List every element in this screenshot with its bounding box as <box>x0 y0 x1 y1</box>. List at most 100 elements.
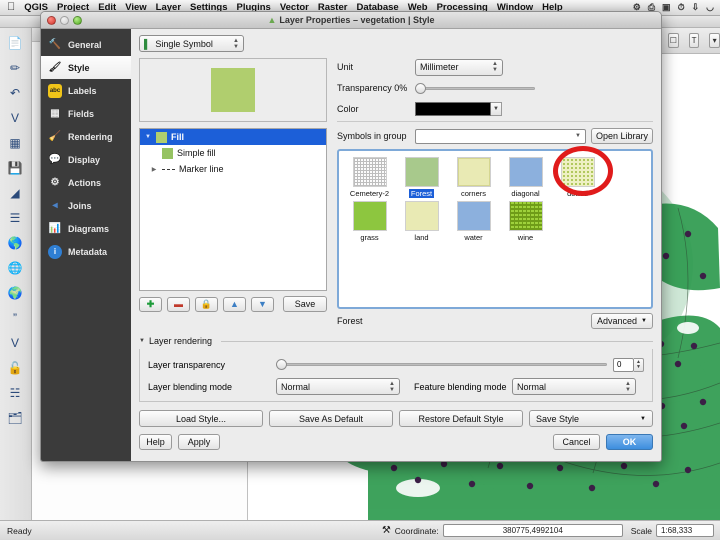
tree-row-marker-line[interactable]: ▶ Marker line <box>140 161 326 177</box>
symbol-item-dotted[interactable]: dotted <box>553 157 602 198</box>
sidebar-label-metadata: Metadata <box>68 246 108 257</box>
color-swatch-button[interactable] <box>415 102 491 116</box>
add-layer-group-icon[interactable]: 🗂 <box>0 405 30 430</box>
advanced-button[interactable]: Advanced ▼ <box>591 313 653 329</box>
symbol-thumb-cemetery-2 <box>352 157 387 187</box>
open-library-button[interactable]: Open Library <box>591 128 653 144</box>
lock-colors-button[interactable]: 🔒 <box>195 296 218 312</box>
cancel-button[interactable]: Cancel <box>553 434 600 450</box>
scale-input[interactable]: 1:68,333 <box>656 524 714 537</box>
symbol-item-corners[interactable]: corners <box>449 157 498 198</box>
new-project-icon[interactable]: 📄 <box>0 30 30 55</box>
symbol-thumb-water <box>456 201 491 231</box>
color-label: Color <box>337 104 359 114</box>
add-symbol-layer-button[interactable]: ✚ <box>139 296 162 312</box>
add-postgis-layer-icon[interactable]: 💾 <box>0 155 30 180</box>
add-wcs-layer-icon[interactable]: 🌐 <box>0 255 30 280</box>
sidebar-item-labels[interactable]: abc Labels <box>41 79 131 102</box>
bluetooth-icon[interactable]: ⇩ <box>692 2 700 13</box>
text-annotation-icon[interactable]: T <box>688 33 700 48</box>
info-icon: i <box>48 244 62 259</box>
render-icon[interactable]: ⚒ <box>382 525 391 536</box>
renderer-type-select[interactable]: ▌ Single Symbol ▲ ▼ <box>139 35 244 52</box>
add-wfs-layer-icon[interactable]: 🌍 <box>0 280 30 305</box>
symbol-thumb-land <box>404 201 439 231</box>
apply-button[interactable]: Apply <box>178 434 220 450</box>
sidebar-item-metadata[interactable]: i Metadata <box>41 240 131 263</box>
add-mssql-layer-icon[interactable]: ☰ <box>0 205 30 230</box>
twisty-down-icon[interactable]: ▼ <box>144 134 152 140</box>
transparency-slider[interactable] <box>415 82 535 94</box>
add-raster-layer-icon[interactable]: ▦ <box>0 130 30 155</box>
sidebar-item-display[interactable]: 💬 Display <box>41 148 131 171</box>
layer-transparency-input[interactable]: 0 <box>613 357 634 372</box>
load-style-button[interactable]: Load Style... <box>139 410 263 427</box>
new-map-icon[interactable]: ☐ <box>668 33 679 48</box>
display-icon[interactable]: ▣ <box>662 2 671 13</box>
simple-fill-swatch-icon <box>162 147 173 159</box>
add-spatialite-layer-icon[interactable]: ◢ <box>0 180 30 205</box>
layer-transparency-stepper[interactable]: ▲ ▼ <box>634 357 644 372</box>
new-memory-layer-icon[interactable]: ☵ <box>0 380 30 405</box>
save-symbol-button[interactable]: Save <box>283 296 327 312</box>
dialog-titlebar[interactable]: ▲ Layer Properties – vegetation | Style <box>41 12 661 29</box>
new-shapefile-icon[interactable]: V <box>0 330 30 355</box>
symbol-item-cemetery-2[interactable]: Cemetery-2 <box>345 157 394 198</box>
symbol-library-grid[interactable]: Cemetery-2 Forest corners diagonal dotte… <box>337 149 653 309</box>
symbols-group-select[interactable]: ▼ <box>415 128 586 144</box>
symbol-item-water[interactable]: water <box>449 201 498 242</box>
sidebar-item-actions[interactable]: ⚙ Actions <box>41 171 131 194</box>
layer-rendering-header[interactable]: ▼ Layer rendering <box>139 336 653 346</box>
style-actions-row: Load Style... Save As Default Restore De… <box>139 410 653 427</box>
layer-rendering-section: ▼ Layer rendering Layer transparency 0 ▲… <box>139 336 653 402</box>
undo-icon[interactable]: ↶ <box>0 80 30 105</box>
dialog-body: 🔨 General 🖌 Style abc Labels ▦ Fields 🧹 <box>41 29 661 461</box>
renderer-type-label: Single Symbol <box>155 38 213 49</box>
wifi-icon[interactable]: ◡ <box>706 2 714 13</box>
slider-knob[interactable] <box>415 82 426 94</box>
restore-default-style-button[interactable]: Restore Default Style <box>399 410 523 427</box>
twisty-right-icon[interactable]: ▶ <box>150 166 158 173</box>
add-delimited-text-icon[interactable]: ” <box>0 305 30 330</box>
remove-symbol-layer-button[interactable]: ▬ <box>167 296 190 312</box>
sidebar-item-general[interactable]: 🔨 General <box>41 33 131 56</box>
apple-logo-icon[interactable]:  <box>7 2 15 13</box>
help-button[interactable]: Help <box>139 434 172 450</box>
feature-blend-select[interactable]: Normal ▲ ▼ <box>512 378 636 395</box>
sidebar-item-diagrams[interactable]: 📊 Diagrams <box>41 217 131 240</box>
sidebar-item-style[interactable]: 🖌 Style <box>41 56 131 79</box>
tree-row-fill[interactable]: ▼ Fill <box>140 129 326 145</box>
symbol-item-diagonal[interactable]: diagonal <box>501 157 550 198</box>
sidebar-item-rendering[interactable]: 🧹 Rendering <box>41 125 131 148</box>
move-down-button[interactable]: ▼ <box>251 296 274 312</box>
timemachine-icon[interactable]: ⏱ <box>678 2 685 13</box>
symbol-item-forest[interactable]: Forest <box>397 157 446 198</box>
divider <box>337 121 653 122</box>
unit-select[interactable]: Millimeter ▲ ▼ <box>415 58 503 76</box>
coordinate-input[interactable]: 380775,4992104 <box>442 524 623 537</box>
new-spatialite-layer-icon[interactable]: 🔓 <box>0 355 30 380</box>
table-icon: ▦ <box>50 108 60 119</box>
color-dropdown-button[interactable]: ▼ <box>491 102 502 116</box>
tree-row-simple-fill[interactable]: Simple fill <box>140 145 326 161</box>
save-style-button[interactable]: Save Style ▼ <box>529 410 653 427</box>
annotation-dropdown-icon[interactable]: ▾ <box>709 33 720 48</box>
layer-blend-select[interactable]: Normal ▲ ▼ <box>276 378 400 395</box>
add-vector-layer-icon[interactable]: V <box>0 105 30 130</box>
add-wms-layer-icon[interactable]: 🌎 <box>0 230 30 255</box>
sidebar-item-fields[interactable]: ▦ Fields <box>41 102 131 125</box>
ok-button[interactable]: OK <box>606 434 653 450</box>
move-up-button[interactable]: ▲ <box>223 296 246 312</box>
symbol-layer-tree[interactable]: ▼ Fill Simple fill ▶ Marker line <box>139 128 327 291</box>
sidebar-item-joins[interactable]: ◂ Joins <box>41 194 131 217</box>
symbol-item-wine[interactable]: wine <box>501 201 550 242</box>
slider-knob[interactable] <box>276 359 287 370</box>
symbol-item-grass[interactable]: grass <box>345 201 394 242</box>
save-as-default-button[interactable]: Save As Default <box>269 410 393 427</box>
chevron-down-icon: ▼ <box>641 318 647 324</box>
symbol-label-grass: grass <box>360 233 379 242</box>
pencil-edit-icon[interactable]: ✏ <box>0 55 30 80</box>
twisty-down-icon[interactable]: ▼ <box>139 338 145 344</box>
symbol-item-land[interactable]: land <box>397 201 446 242</box>
layer-transparency-slider[interactable] <box>276 359 607 371</box>
